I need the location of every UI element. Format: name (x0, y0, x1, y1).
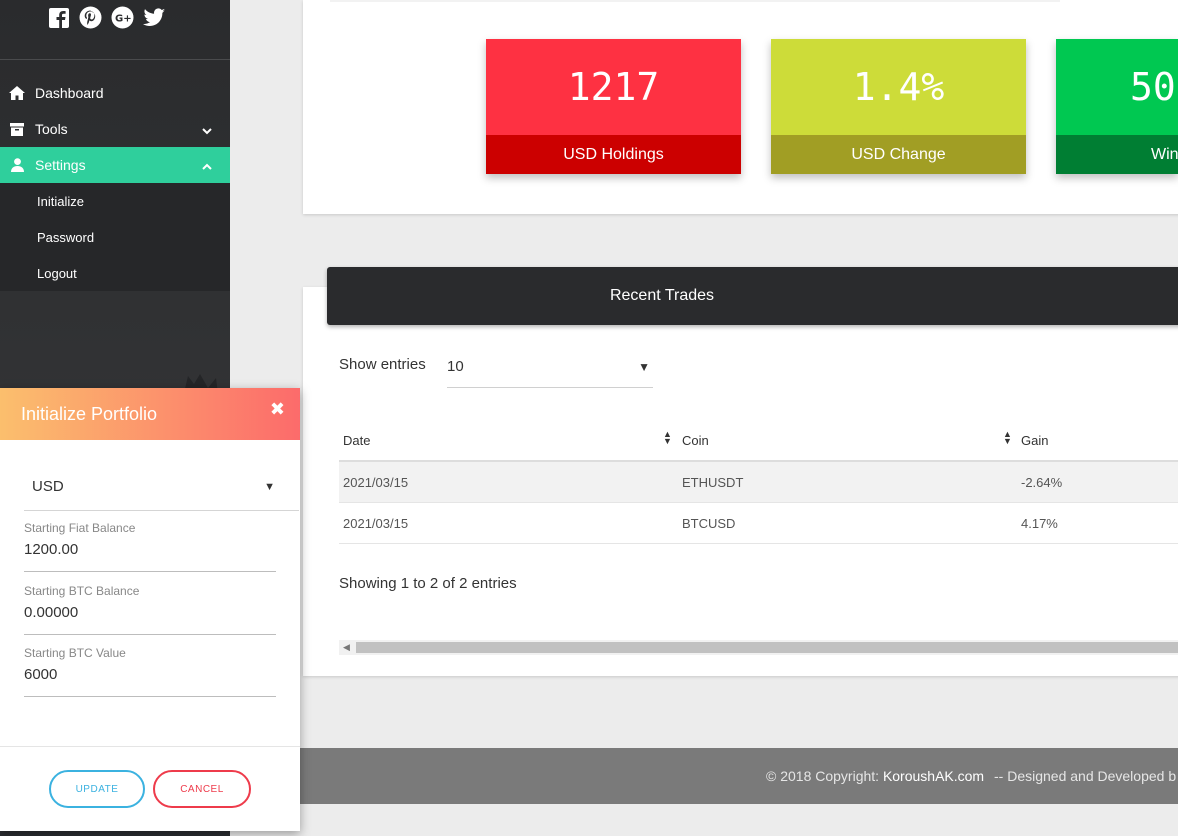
entries-value: 10 (447, 358, 464, 375)
caret-down-icon: ▼ (638, 359, 650, 374)
trades-table: Date ▲ ▼ Coin ▲ ▼ Gain 2021/03/15 ETHUSDT … (339, 420, 1178, 544)
field-label: Starting BTC Balance (24, 584, 140, 598)
submenu-item-initialize[interactable]: Initialize (0, 183, 230, 219)
user-icon (9, 157, 25, 173)
starting-btc-balance-field: Starting BTC Balance (24, 579, 276, 635)
column-header-coin[interactable]: Coin (682, 433, 709, 448)
sidebar-nav: Dashboard Tools Settings Initialize Pass… (0, 75, 230, 291)
cell-date: 2021/03/15 (343, 515, 409, 531)
pinterest-icon[interactable] (79, 6, 102, 29)
stat-label: USD Holdings (486, 135, 741, 174)
stat-label: USD Change (771, 135, 1026, 174)
cell-coin: BTCUSD (682, 515, 736, 531)
cell-gain: -2.64% (1021, 474, 1063, 490)
footer-link[interactable]: KoroushAK.com (883, 768, 984, 784)
table-info: Showing 1 to 2 of 2 entries (339, 575, 517, 592)
table-header: Date ▲ ▼ Coin ▲ ▼ Gain (339, 420, 1178, 462)
stat-value: 1.4% (852, 65, 945, 109)
column-header-gain[interactable]: Gain (1021, 433, 1048, 448)
starting-btc-value-field: Starting BTC Value (24, 641, 276, 697)
starting-fiat-balance-field: Starting Fiat Balance (24, 516, 276, 572)
show-entries-label: Show entries (339, 356, 426, 373)
horizontal-scrollbar[interactable]: ◀ (339, 640, 1178, 655)
stat-value: 50 (1130, 65, 1176, 109)
caret-down-icon: ▼ (264, 480, 275, 493)
sidebar-item-label: Dashboard (35, 85, 104, 101)
footer-text: © 2018 Copyright: KoroushAK.com -- Desig… (766, 768, 1176, 784)
chevron-down-icon[interactable] (202, 122, 212, 138)
facebook-icon[interactable] (47, 6, 70, 29)
sidebar-item-settings[interactable]: Settings (0, 147, 230, 183)
submenu-item-logout[interactable]: Logout (0, 255, 230, 291)
trades-header: Recent Trades (327, 267, 1178, 325)
stat-value: 1217 (567, 65, 660, 109)
currency-value: USD (32, 478, 64, 495)
starting-fiat-balance-input[interactable] (24, 541, 276, 558)
stat-card-usd-holdings: 1217 USD Holdings (486, 39, 741, 174)
currency-select[interactable]: USD ▼ (24, 463, 299, 511)
sidebar-item-dashboard[interactable]: Dashboard (0, 75, 230, 111)
sidebar-item-tools[interactable]: Tools (0, 111, 230, 147)
field-label: Starting BTC Value (24, 646, 126, 660)
starting-btc-value-input[interactable] (24, 666, 276, 683)
table-row: 2021/03/15 ETHUSDT -2.64% (339, 462, 1178, 503)
top-divider (330, 0, 1060, 2)
stat-card-win: 50 Win (1056, 39, 1178, 174)
home-icon (9, 85, 25, 101)
field-label: Starting Fiat Balance (24, 521, 136, 535)
cell-gain: 4.17% (1021, 515, 1058, 531)
trades-title: Recent Trades (609, 287, 715, 304)
stat-card-usd-change: 1.4% USD Change (771, 39, 1026, 174)
scroll-left-icon[interactable]: ◀ (343, 642, 350, 653)
modal-title: Initialize Portfolio (21, 403, 158, 424)
cancel-button[interactable]: CANCEL (153, 770, 251, 808)
sort-icon[interactable]: ▲ ▼ (663, 430, 672, 446)
close-icon[interactable]: ✖ (270, 399, 285, 420)
table-row: 2021/03/15 BTCUSD 4.17% (339, 503, 1178, 544)
column-header-date[interactable]: Date (343, 433, 370, 448)
modal-header: Initialize Portfolio ✖ (0, 388, 300, 440)
svg-text:G+: G+ (115, 14, 132, 25)
submenu-item-password[interactable]: Password (0, 219, 230, 255)
sidebar-item-label: Settings (35, 157, 86, 173)
chevron-up-icon[interactable] (202, 158, 212, 174)
entries-select[interactable]: 10 ▼ (447, 346, 653, 388)
sort-icon[interactable]: ▲ ▼ (1003, 430, 1012, 446)
social-links: G+ (47, 6, 166, 29)
starting-btc-balance-input[interactable] (24, 604, 276, 621)
modal-footer-divider (0, 746, 300, 747)
footer: © 2018 Copyright: KoroushAK.com -- Desig… (300, 748, 1178, 804)
footer-credit: -- Designed and Developed b (994, 768, 1177, 784)
google-plus-icon[interactable]: G+ (111, 6, 134, 29)
settings-submenu: Initialize Password Logout (0, 183, 230, 291)
update-button[interactable]: UPDATE (49, 770, 145, 808)
cell-date: 2021/03/15 (343, 474, 409, 490)
scrollbar-thumb[interactable] (356, 642, 1178, 653)
copyright-text: © 2018 Copyright: (766, 768, 880, 784)
archive-icon (9, 121, 25, 137)
twitter-icon[interactable] (143, 6, 166, 29)
cell-coin: ETHUSDT (682, 474, 744, 490)
sidebar-divider (0, 59, 230, 60)
sidebar-item-label: Tools (35, 121, 68, 137)
stat-label: Win (1056, 135, 1178, 174)
